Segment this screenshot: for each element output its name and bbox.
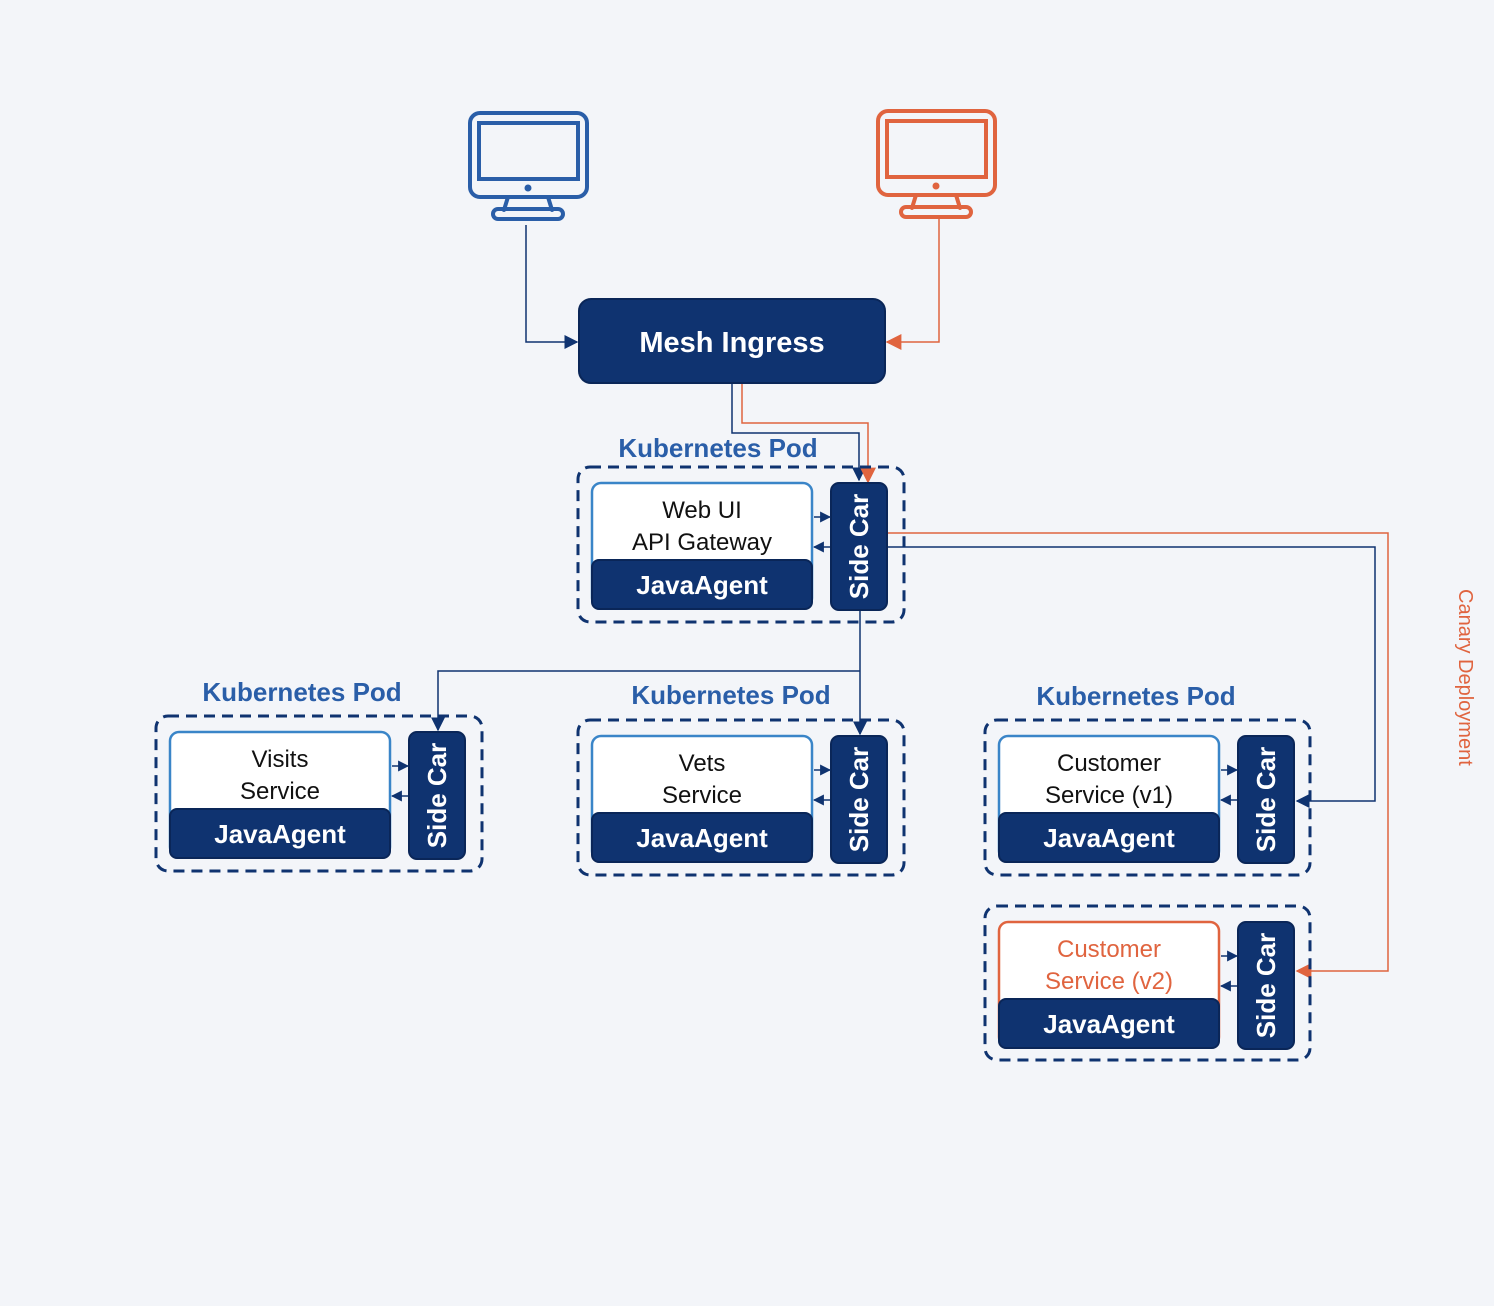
service-name-line: Service [662, 782, 742, 809]
service-name-line: Vets [679, 750, 726, 777]
service-name-line: Customer [1057, 936, 1161, 963]
pod-customer-v2: Customer Service (v2) JavaAgent Side Car [983, 904, 1312, 1062]
service-name-line: API Gateway [632, 529, 772, 556]
java-agent-label: JavaAgent [636, 570, 768, 600]
mesh-ingress: Mesh Ingress [578, 298, 886, 384]
pod-title: Kubernetes Pod [1036, 681, 1235, 711]
sidecar-label: Side Car [1251, 747, 1281, 853]
java-agent-label: JavaAgent [636, 823, 768, 853]
service-name-line: Service (v1) [1045, 782, 1173, 809]
pod-gateway: Kubernetes Pod Web UI API Gateway JavaAgent… [576, 433, 906, 624]
sidecar-label: Side Car [1251, 933, 1281, 1039]
canary-deployment-label: Canary Deployment [1454, 589, 1476, 766]
pod-title: Kubernetes Pod [618, 433, 817, 463]
monitor-icon [468, 111, 589, 221]
service-name-line: Service (v2) [1045, 968, 1173, 995]
mesh-ingress-label: Mesh Ingress [639, 327, 824, 359]
pod-vets: Kubernetes Pod Vets Service JavaAgent Side C… [576, 680, 906, 877]
service-mesh-diagram: Mesh Ingress Kubernetes Pod Web UI API Gat… [154, 109, 1476, 1062]
monitor-icon [876, 109, 997, 219]
service-name-line: Web UI [662, 497, 742, 524]
java-agent-label: JavaAgent [1043, 1009, 1175, 1039]
service-name-line: Service [240, 778, 320, 805]
service-name-line: Visits [252, 746, 309, 773]
sidecar-label: Side Car [422, 743, 452, 849]
sidecar-label: Side Car [844, 494, 874, 600]
pod-customer-v1: Kubernetes Pod Customer Service (v1) JavaAg… [983, 681, 1312, 877]
java-agent-label: JavaAgent [1043, 823, 1175, 853]
pod-visits: Kubernetes Pod Visits Service JavaAgent Side… [154, 677, 484, 873]
service-name-line: Customer [1057, 750, 1161, 777]
connector-blue-client-to-ingress [525, 225, 579, 349]
pod-title: Kubernetes Pod [202, 677, 401, 707]
pod-title: Kubernetes Pod [631, 680, 830, 710]
sidecar-label: Side Car [844, 747, 874, 853]
connector-orange-client-to-ingress [885, 219, 940, 350]
java-agent-label: JavaAgent [214, 819, 346, 849]
